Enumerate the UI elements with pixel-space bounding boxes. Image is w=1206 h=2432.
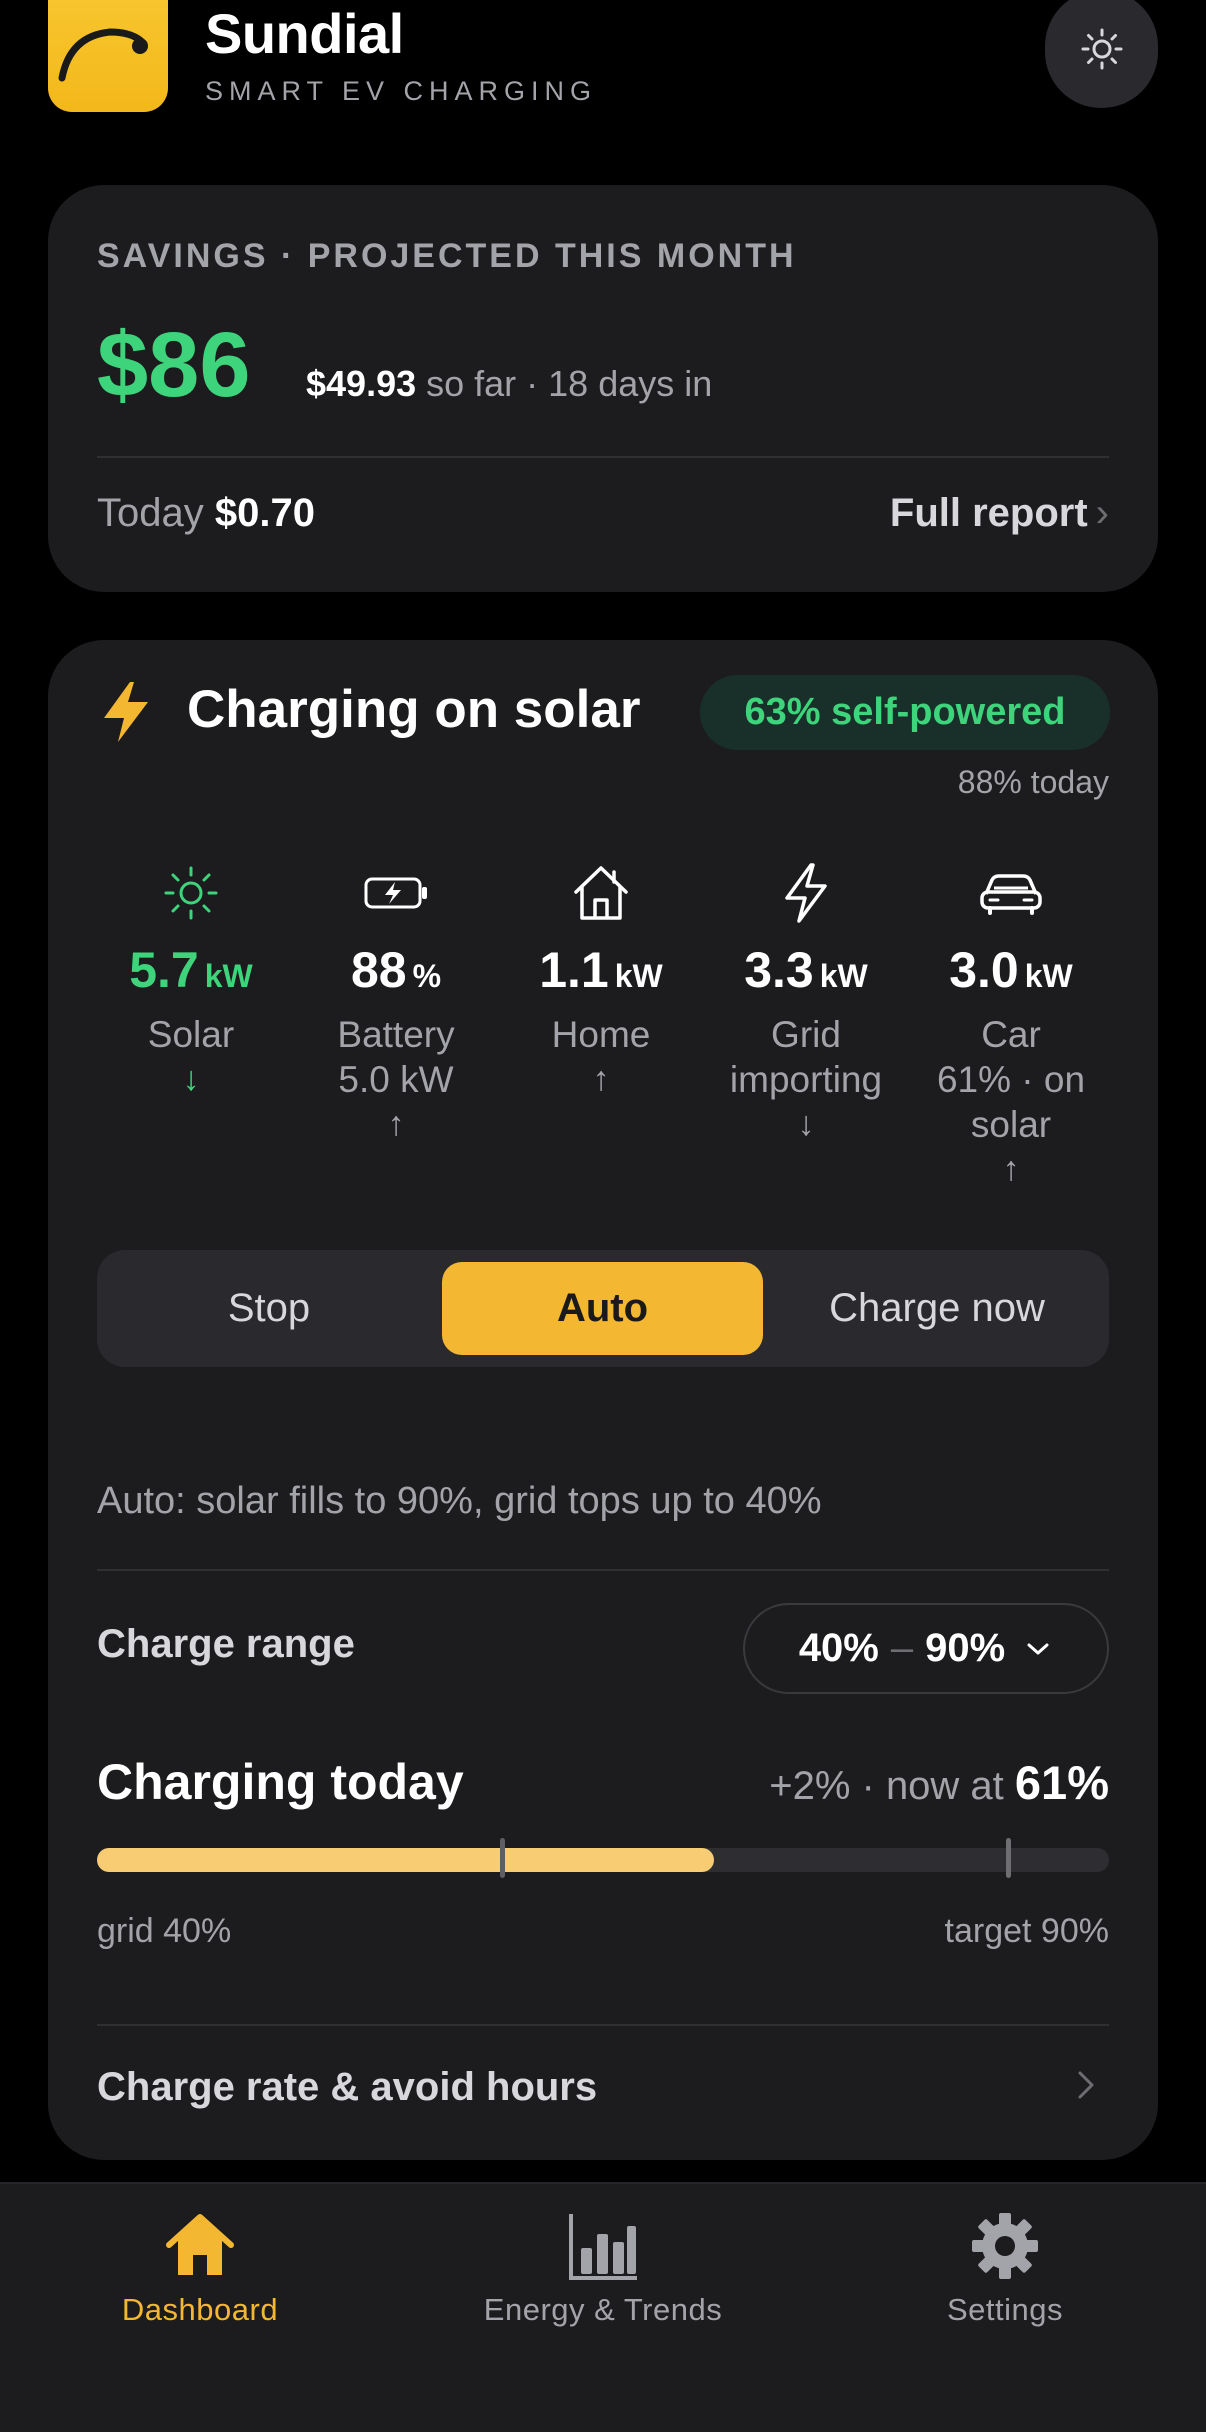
charge-progress-fill <box>97 1848 715 1872</box>
self-powered-badge: 63% self-powered <box>700 675 1110 750</box>
charge-rate-link[interactable]: Charge rate & avoid hours <box>97 2065 597 2110</box>
flow-car: 3.0 kW Car 61% · on solar ↑ <box>911 860 1111 1191</box>
tab-energy-trends[interactable]: Energy & Trends <box>443 2206 763 2328</box>
range-min: 40% <box>798 1626 879 1670</box>
full-report-label: Full report <box>889 491 1088 535</box>
bar-chart-icon <box>569 2214 637 2280</box>
flow-solar: 5.7 kW Solar ↓ <box>91 860 291 1101</box>
house-icon <box>574 866 628 920</box>
charging-today-status: +2% · now at 61% <box>769 1755 1109 1810</box>
tab-label: Dashboard <box>121 2292 279 2327</box>
app-logo <box>48 0 168 112</box>
battery-unit: % <box>412 958 442 994</box>
charge-range-label: Charge range <box>97 1622 355 1666</box>
savings-so-far: $49.93 so far · 18 days in <box>306 363 712 405</box>
battery-power: 5.0 kW <box>338 1059 454 1100</box>
tab-label: Energy & Trends <box>483 2292 723 2327</box>
tab-dashboard[interactable]: Dashboard <box>40 2206 360 2328</box>
today-amount: $0.70 <box>214 491 315 535</box>
theme-toggle-button[interactable] <box>1045 0 1158 108</box>
bolt-icon <box>104 682 148 742</box>
auto-mode-description: Auto: solar fills to 90%, grid tops up t… <box>97 1480 822 1522</box>
charging-status-title: Charging on solar <box>187 680 641 739</box>
range-separator: – <box>890 1626 914 1670</box>
arrow-down-icon: ↓ <box>797 1105 815 1143</box>
mode-auto-button[interactable]: Auto <box>442 1262 763 1355</box>
today-delta: +2% · now at <box>769 1764 1004 1808</box>
arrow-up-icon: ↑ <box>1002 1150 1020 1188</box>
car-icon <box>980 874 1042 915</box>
grid-threshold-marker <box>499 1838 505 1878</box>
house-icon <box>166 2214 234 2275</box>
range-max: 90% <box>925 1626 1006 1670</box>
target-threshold-label: target 90% <box>944 1912 1109 1950</box>
self-powered-today: 88% today <box>957 764 1109 800</box>
sun-icon <box>164 866 218 920</box>
grid-unit: kW <box>819 958 868 994</box>
home-unit: kW <box>614 958 663 994</box>
app-tagline: SMART EV CHARGING <box>205 76 598 106</box>
grid-label: Grid <box>771 1014 841 1055</box>
target-threshold-marker <box>1005 1838 1011 1878</box>
charging-card: Charging on solar 63% self-powered 88% t… <box>48 640 1158 2160</box>
car-value: 3.0 <box>949 942 1019 998</box>
arrow-up-icon: ↑ <box>592 1060 610 1098</box>
mode-charge-now-button[interactable]: Charge now <box>777 1262 1097 1355</box>
savings-label: SAVINGS · PROJECTED THIS MONTH <box>97 237 797 275</box>
home-label: Home <box>551 1014 651 1055</box>
divider <box>97 456 1109 458</box>
sun-icon <box>1081 28 1122 70</box>
arrow-down-icon: ↓ <box>182 1060 200 1098</box>
tab-label: Settings <box>946 2292 1063 2327</box>
grid-value: 3.3 <box>744 942 814 998</box>
projected-savings: $86 <box>97 314 251 416</box>
gear-icon <box>972 2213 1038 2279</box>
charge-mode-control: Stop Auto Charge now <box>97 1250 1109 1367</box>
battery-charging-icon <box>364 877 427 909</box>
car-label: Car <box>981 1014 1041 1055</box>
grid-threshold-label: grid 40% <box>97 1912 232 1950</box>
car-state-2: solar <box>970 1104 1052 1145</box>
home-value: 1.1 <box>539 942 609 998</box>
solar-label: Solar <box>147 1014 235 1055</box>
solar-value: 5.7 <box>129 942 199 998</box>
bottom-tab-bar: Dashboard Energy & Trends Settings <box>0 2182 1206 2432</box>
chevron-right-icon: › <box>1095 491 1109 535</box>
charge-range-select[interactable]: 40% – 90% <box>743 1603 1109 1694</box>
bolt-icon <box>785 863 827 923</box>
flow-battery: 88% Battery 5.0 kW ↑ <box>296 860 496 1146</box>
mode-stop-button[interactable]: Stop <box>109 1262 429 1355</box>
app-header: Sundial SMART EV CHARGING <box>48 0 1158 112</box>
savings-card: SAVINGS · PROJECTED THIS MONTH $86 $49.9… <box>48 185 1158 592</box>
so-far-amount: $49.93 <box>306 363 417 404</box>
chevron-down-icon <box>1027 1643 1049 1654</box>
divider <box>97 2024 1109 2026</box>
today-savings: Today $0.70 <box>97 491 315 536</box>
arrow-up-icon: ↑ <box>387 1105 405 1143</box>
battery-label: Battery <box>337 1014 455 1055</box>
flow-grid: 3.3 kW Grid importing ↓ <box>706 860 906 1146</box>
charging-today-title: Charging today <box>97 1754 464 1810</box>
today-now: 61% <box>1014 1756 1109 1809</box>
so-far-text: so far · 18 days in <box>426 363 713 404</box>
grid-state: importing <box>729 1059 883 1100</box>
chevron-right-icon[interactable] <box>1074 2060 1098 2110</box>
car-state: 61% · on <box>936 1059 1086 1100</box>
full-report-link[interactable]: Full report › <box>890 491 1109 536</box>
solar-unit: kW <box>204 958 253 994</box>
car-unit: kW <box>1024 958 1073 994</box>
flow-home: 1.1 kW Home ↑ <box>501 860 701 1101</box>
divider <box>97 1569 1109 1571</box>
app-name: Sundial <box>205 2 404 65</box>
battery-value: 88 <box>350 942 407 998</box>
today-label: Today <box>97 491 204 535</box>
charge-progress-bar <box>97 1838 1109 1878</box>
tab-settings[interactable]: Settings <box>845 2206 1165 2328</box>
